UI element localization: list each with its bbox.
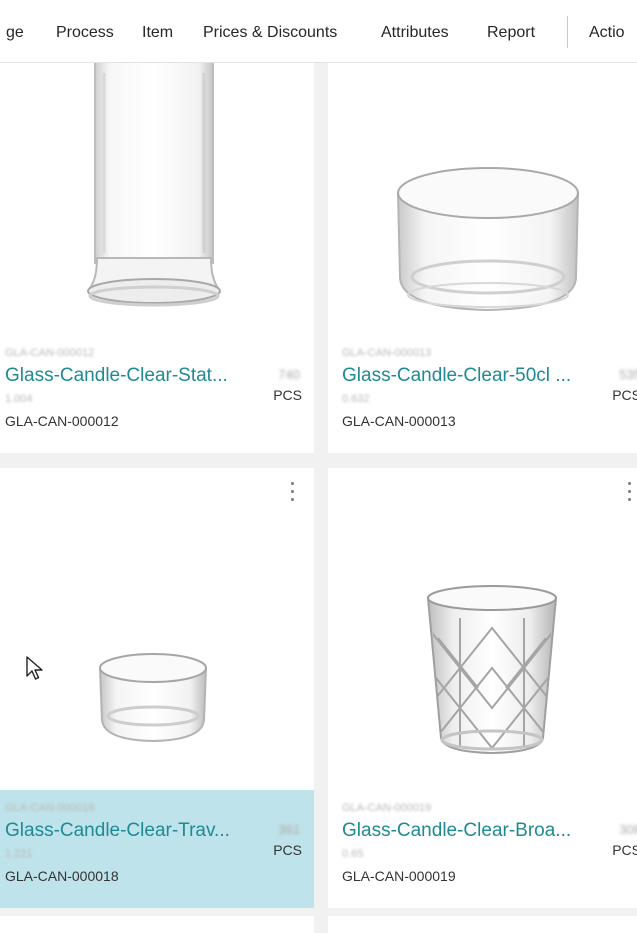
item-unit-of-measure: PCS [273, 387, 302, 403]
item-code: GLA-CAN-000013 [342, 413, 456, 429]
menu-item[interactable]: Item [142, 24, 173, 42]
item-unit-of-measure: PCS [612, 842, 637, 858]
item-unit-of-measure: PCS [273, 842, 302, 858]
item-details: GLA-CAN-000013 Glass-Candle-Clear-50cl .… [328, 335, 637, 453]
item-no-blurred: GLA-CAN-000018 [5, 802, 95, 814]
item-details: GLA-CAN-000012 Glass-Candle-Clear-Stat..… [0, 335, 314, 453]
item-unit-price-blurred: 0.65 [342, 848, 364, 860]
item-inventory-blurred: 740 [278, 367, 300, 382]
item-tile-partial[interactable] [0, 916, 314, 933]
item-tile-selected[interactable]: GLA-CAN-000018 Glass-Candle-Clear-Trav..… [0, 468, 314, 908]
item-description-link[interactable]: Glass-Candle-Clear-50cl ... [342, 365, 571, 387]
tall-glass-cylinder-image [87, 63, 221, 307]
menu-actions[interactable]: Actio [589, 24, 625, 42]
item-unit-of-measure: PCS [612, 387, 637, 403]
item-image[interactable] [0, 468, 314, 790]
menu-report[interactable]: Report [487, 24, 535, 42]
menu-prices-discounts[interactable]: Prices & Discounts [203, 24, 337, 42]
item-tile[interactable]: GLA-CAN-000013 Glass-Candle-Clear-50cl .… [328, 63, 637, 453]
item-tile-partial[interactable] [328, 916, 637, 933]
mouse-pointer-icon [26, 656, 43, 680]
item-description-link[interactable]: Glass-Candle-Clear-Broa... [342, 820, 571, 842]
menu-attributes[interactable]: Attributes [381, 24, 449, 42]
menu-process[interactable]: Process [56, 24, 114, 42]
item-code: GLA-CAN-000018 [5, 868, 119, 884]
item-code: GLA-CAN-000019 [342, 868, 456, 884]
item-tile[interactable]: GLA-CAN-000012 Glass-Candle-Clear-Stat..… [0, 63, 314, 453]
toolbar-separator [567, 16, 568, 48]
item-no-blurred: GLA-CAN-000012 [5, 347, 95, 359]
item-no-blurred: GLA-CAN-000013 [342, 347, 432, 359]
item-unit-price-blurred: 1.221 [5, 848, 33, 860]
item-description-link[interactable]: Glass-Candle-Clear-Stat... [5, 365, 228, 387]
item-description-link[interactable]: Glass-Candle-Clear-Trav... [5, 820, 230, 842]
item-unit-price-blurred: 0.632 [342, 393, 370, 405]
item-details: GLA-CAN-000019 Glass-Candle-Clear-Broa..… [328, 790, 637, 908]
item-image[interactable] [0, 63, 314, 335]
small-glass-votive-image [98, 653, 208, 743]
item-inventory-blurred: 308 [619, 822, 637, 837]
menu-manage[interactable]: ge [6, 24, 24, 42]
item-no-blurred: GLA-CAN-000019 [342, 802, 432, 814]
wide-glass-bowl-image [396, 167, 580, 312]
item-unit-price-blurred: 1.004 [5, 393, 33, 405]
action-bar: ge Process Item Prices & Discounts Attri… [0, 0, 637, 63]
item-inventory-blurred: 361 [278, 822, 300, 837]
item-tile[interactable]: GLA-CAN-000019 Glass-Candle-Clear-Broa..… [328, 468, 637, 908]
item-code: GLA-CAN-000012 [5, 413, 119, 429]
cut-crystal-tumbler-image [426, 585, 558, 755]
item-details: GLA-CAN-000018 Glass-Candle-Clear-Trav..… [0, 790, 314, 908]
item-image[interactable] [328, 468, 637, 790]
item-inventory-blurred: 535 [619, 367, 637, 382]
item-image[interactable] [328, 63, 637, 335]
